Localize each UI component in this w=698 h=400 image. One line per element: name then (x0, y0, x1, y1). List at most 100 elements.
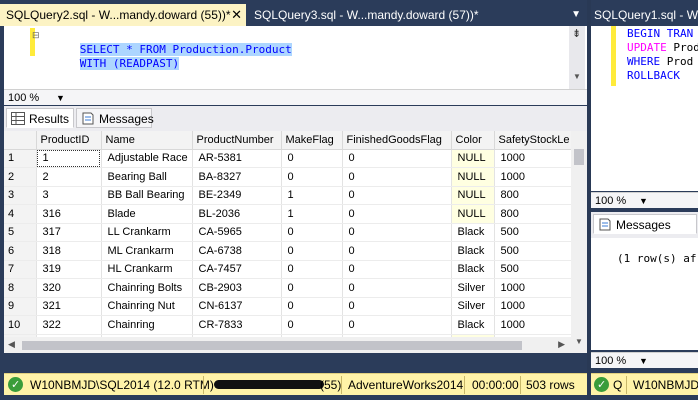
tab-messages[interactable]: Messages (76, 108, 154, 128)
column-header[interactable]: Name (101, 131, 193, 150)
table-row[interactable]: 4 316 Blade BL-2036 1 0 NULL 800 (4, 204, 575, 224)
scroll-down-icon[interactable]: ▼ (575, 337, 583, 346)
table-cell[interactable]: 0 (281, 297, 343, 316)
table-cell[interactable]: 0 (281, 278, 343, 298)
table-cell[interactable]: CB-2903 (192, 278, 282, 298)
table-cell[interactable]: CA-7457 (192, 260, 282, 279)
table-cell[interactable]: 500 (494, 241, 575, 261)
table-cell[interactable]: 0 (281, 223, 343, 242)
column-header[interactable]: SafetyStockLe (494, 131, 575, 150)
row-number[interactable]: 10 (4, 315, 37, 335)
zoom-level[interactable]: 100 % (595, 355, 626, 367)
table-cell[interactable]: Chainring (101, 315, 193, 335)
table-cell[interactable]: 0 (342, 241, 452, 261)
table-cell[interactable]: 1000 (494, 278, 575, 298)
table-cell[interactable]: BL-2036 (192, 204, 282, 224)
collapse-icon[interactable]: ⊟ (32, 30, 40, 41)
results-grid[interactable]: ProductID Name ProductNumber MakeFlag Finish… (4, 131, 587, 353)
table-cell[interactable]: 0 (342, 204, 452, 224)
split-icon[interactable]: ⇟ (572, 27, 581, 40)
table-cell[interactable]: 316 (36, 204, 102, 224)
table-row[interactable]: 10 322 Chainring CR-7833 0 0 Black 1000 (4, 315, 575, 335)
scroll-down-icon[interactable]: ▼ (573, 72, 581, 81)
table-cell[interactable]: Adjustable Race (101, 149, 193, 168)
table-cell[interactable]: Chainring Bolts (101, 278, 193, 298)
table-cell[interactable]: 0 (342, 297, 452, 316)
chevron-down-icon[interactable]: ▼ (639, 353, 648, 369)
table-row[interactable]: 7 319 HL Crankarm CA-7457 0 0 Black 500 (4, 260, 575, 279)
table-cell[interactable]: 317 (36, 223, 102, 242)
table-cell[interactable]: 1000 (494, 149, 575, 168)
table-cell[interactable]: 0 (281, 315, 343, 335)
table-cell[interactable]: 800 (494, 204, 575, 224)
row-number[interactable]: 8 (4, 278, 37, 298)
tab-sqlquery2[interactable]: SQLQuery2.sql - W...mandy.doward (55))* … (0, 4, 246, 26)
row-number[interactable]: 7 (4, 260, 37, 279)
table-row[interactable]: 5 317 LL Crankarm CA-5965 0 0 Black 500 (4, 223, 575, 242)
table-cell[interactable]: 1 (281, 204, 343, 224)
table-cell[interactable]: 320 (36, 278, 102, 298)
zoom-level[interactable]: 100 % (595, 195, 626, 207)
table-cell[interactable]: CA-5965 (192, 223, 282, 242)
table-row[interactable]: 9 321 Chainring Nut CN-6137 0 0 Silver 1000 (4, 297, 575, 316)
grid-hscroll-thumb[interactable] (22, 341, 522, 350)
table-cell[interactable]: CN-6137 (192, 297, 282, 316)
column-header[interactable]: ProductNumber (192, 131, 282, 150)
column-header[interactable]: ProductID (36, 131, 102, 150)
table-cell[interactable]: NULL (451, 167, 495, 187)
table-cell[interactable]: BB Ball Bearing (101, 186, 193, 205)
left-query-editor[interactable]: ⊟ SELECT * FROM Production.Product WITH … (4, 26, 587, 90)
table-cell[interactable]: 3 (36, 186, 102, 205)
chevron-down-icon[interactable]: ▼ (56, 90, 65, 106)
table-cell[interactable]: Black (451, 260, 495, 279)
close-icon[interactable]: ✕ (231, 4, 242, 26)
table-cell[interactable]: CR-7833 (192, 315, 282, 335)
table-row[interactable]: 8 320 Chainring Bolts CB-2903 0 0 Silver 1000 (4, 278, 575, 298)
table-row[interactable]: 1 1 Adjustable Race AR-5381 0 0 NULL 1000 (4, 149, 575, 168)
table-cell[interactable]: 319 (36, 260, 102, 279)
row-number[interactable]: 5 (4, 223, 37, 242)
grid-horizontal-scrollbar[interactable]: ◀ ▶ (4, 337, 571, 353)
table-cell[interactable]: Bearing Ball (101, 167, 193, 187)
table-cell[interactable]: 1000 (494, 297, 575, 316)
row-number[interactable]: 2 (4, 167, 37, 187)
table-cell[interactable]: 322 (36, 315, 102, 335)
tab-messages-right[interactable]: Messages (593, 214, 697, 234)
grid-scroll-thumb[interactable] (574, 149, 584, 165)
table-cell[interactable]: AR-5381 (192, 149, 282, 168)
table-cell[interactable]: 321 (36, 297, 102, 316)
row-number[interactable]: 6 (4, 241, 37, 261)
table-cell[interactable]: 0 (281, 260, 343, 279)
table-cell[interactable]: NULL (451, 149, 495, 168)
scroll-left-icon[interactable]: ◀ (8, 339, 15, 350)
table-cell[interactable]: NULL (451, 204, 495, 224)
table-cell[interactable]: CA-6738 (192, 241, 282, 261)
table-cell[interactable]: 0 (342, 260, 452, 279)
table-cell[interactable]: HL Crankarm (101, 260, 193, 279)
table-cell[interactable]: 0 (342, 186, 452, 205)
row-number[interactable]: 4 (4, 204, 37, 224)
table-cell[interactable]: 0 (281, 167, 343, 187)
column-header[interactable] (4, 131, 37, 150)
tab-results[interactable]: Results (6, 108, 74, 128)
table-cell[interactable]: LL Crankarm (101, 223, 193, 242)
zoom-level[interactable]: 100 % (8, 92, 39, 104)
table-cell[interactable]: BA-8327 (192, 167, 282, 187)
table-cell[interactable]: 0 (342, 167, 452, 187)
table-cell[interactable]: 500 (494, 223, 575, 242)
table-cell[interactable]: NULL (451, 186, 495, 205)
table-cell[interactable]: 0 (281, 241, 343, 261)
scroll-right-icon[interactable]: ▶ (558, 339, 565, 350)
table-cell[interactable]: Silver (451, 297, 495, 316)
chevron-down-icon[interactable]: ▼ (639, 193, 648, 209)
table-row[interactable]: 6 318 ML Crankarm CA-6738 0 0 Black 500 (4, 241, 575, 261)
table-cell[interactable]: 0 (342, 223, 452, 242)
row-number[interactable]: 9 (4, 297, 37, 316)
row-number[interactable]: 3 (4, 186, 37, 205)
table-cell[interactable]: Black (451, 315, 495, 335)
table-cell[interactable]: BE-2349 (192, 186, 282, 205)
row-number[interactable]: 1 (4, 149, 37, 168)
table-row[interactable]: 3 3 BB Ball Bearing BE-2349 1 0 NULL 800 (4, 186, 575, 205)
table-cell[interactable]: ML Crankarm (101, 241, 193, 261)
table-cell[interactable]: 318 (36, 241, 102, 261)
